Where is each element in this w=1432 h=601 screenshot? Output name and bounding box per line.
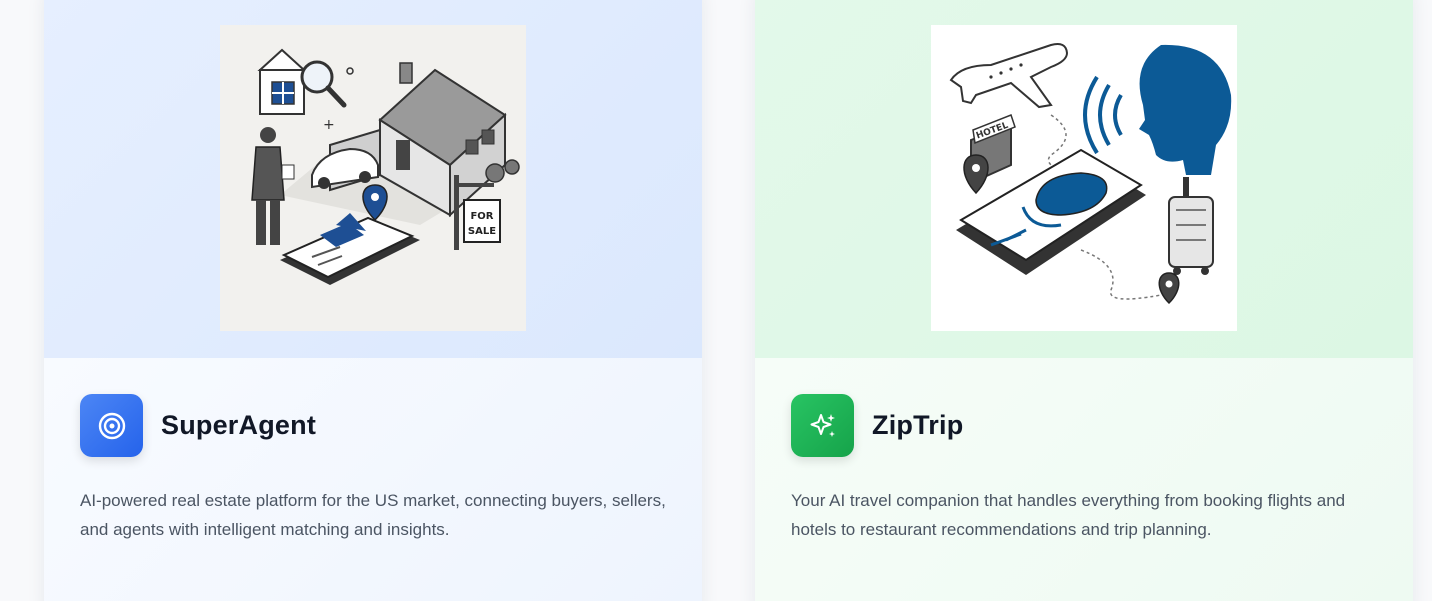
travel-illustration: HOTEL — [931, 25, 1237, 331]
card-body: SuperAgent AI-powered real estate platfo… — [44, 358, 702, 601]
svg-text:+: + — [323, 117, 335, 133]
target-icon — [80, 394, 143, 457]
svg-text:SALE: SALE — [468, 226, 496, 237]
sparkles-icon — [791, 394, 854, 457]
card-body: ZipTrip Your AI travel companion that ha… — [755, 358, 1413, 601]
card-hero: + FOR SALE — [44, 0, 702, 358]
card-description: AI-powered real estate platform for the … — [80, 491, 666, 539]
project-card-superagent[interactable]: + FOR SALE SuperAgent AI-powered real es… — [44, 0, 702, 601]
real-estate-illustration: + FOR SALE — [220, 25, 526, 331]
svg-text:FOR: FOR — [470, 211, 493, 222]
project-card-ziptrip[interactable]: HOTEL ZipTrip Your AI travel companion t… — [755, 0, 1413, 601]
card-description: Your AI travel companion that handles ev… — [791, 491, 1346, 539]
card-title: ZipTrip — [872, 410, 964, 440]
card-hero: HOTEL — [755, 0, 1413, 358]
card-title: SuperAgent — [161, 410, 317, 440]
